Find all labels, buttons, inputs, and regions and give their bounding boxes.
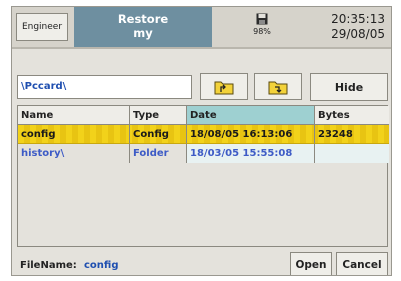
- column-header-date[interactable]: Date: [186, 106, 314, 125]
- folder-into-icon: [268, 81, 288, 94]
- table-header: Name Type Date Bytes: [18, 106, 389, 125]
- title-line-2: my: [133, 26, 153, 40]
- cancel-button[interactable]: Cancel: [336, 252, 388, 275]
- folder-up-button[interactable]: [200, 73, 248, 100]
- clock-time: 20:35:13: [331, 12, 385, 26]
- column-header-name[interactable]: Name: [18, 106, 129, 125]
- file-name: history\: [21, 148, 65, 159]
- file-date: 18/03/05 15:55:08: [186, 144, 314, 163]
- open-button[interactable]: Open: [290, 252, 332, 275]
- folder-into-button[interactable]: [254, 73, 302, 100]
- title-line-1: Restore: [117, 12, 169, 26]
- header-bar: Engineer Restore my 98% 20:35:13 29/08/0…: [12, 7, 391, 47]
- file-type: Config: [129, 125, 186, 144]
- column-header-bytes[interactable]: Bytes: [314, 106, 389, 125]
- engineer-button[interactable]: Engineer: [16, 13, 68, 41]
- path-field[interactable]: \Pccard\: [17, 75, 192, 99]
- file-bytes: 23248: [314, 125, 389, 144]
- clock: 20:35:13 29/08/05: [331, 12, 385, 42]
- filename-label: FileName:: [20, 260, 77, 271]
- hide-button[interactable]: Hide: [310, 73, 388, 101]
- file-bytes: [314, 144, 389, 163]
- restore-dialog: Engineer Restore my 98% 20:35:13 29/08/0…: [11, 6, 392, 276]
- table-row[interactable]: config Config 18/08/05 16:13:06 23248: [18, 125, 389, 144]
- column-header-type[interactable]: Type: [129, 106, 186, 125]
- clock-date: 29/08/05: [331, 27, 385, 41]
- table-row[interactable]: history\ Folder 18/03/05 15:55:08: [18, 144, 389, 163]
- dialog-title: Restore my: [74, 7, 212, 47]
- file-date: 18/08/05 16:13:06: [186, 125, 314, 144]
- disk-status: 98%: [242, 13, 282, 36]
- file-name: config: [18, 125, 129, 144]
- header-divider: [12, 47, 391, 49]
- disk-usage-text: 98%: [253, 27, 271, 36]
- file-table: Name Type Date Bytes config Config 18/08…: [17, 105, 389, 247]
- filename-input[interactable]: config: [82, 254, 284, 275]
- folder-up-icon: [214, 81, 234, 94]
- file-type: Folder: [129, 144, 186, 163]
- floppy-disk-icon: [256, 13, 268, 25]
